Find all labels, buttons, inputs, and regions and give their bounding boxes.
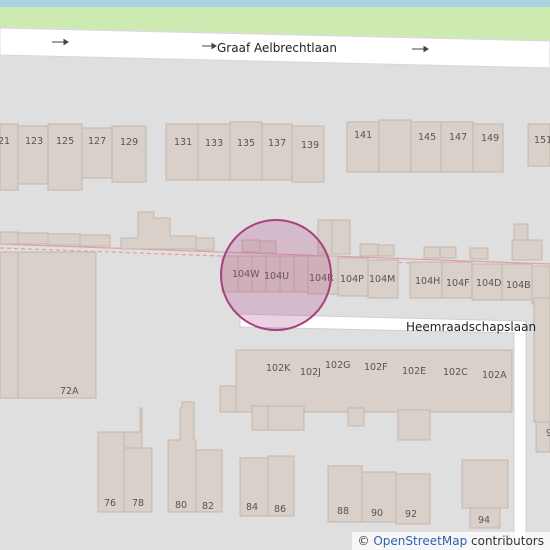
water-area: [0, 0, 550, 7]
house-number: 129: [120, 137, 138, 148]
house-number: 104D: [476, 278, 501, 289]
house-number: 133: [205, 138, 223, 149]
house-number: 104F: [446, 278, 470, 289]
house-number: 123: [25, 136, 43, 147]
house-number: 82: [202, 501, 214, 512]
street-label-heemraadschapslaan: Heemraadschapslaan: [406, 320, 536, 334]
house-number: 86: [274, 504, 286, 515]
house-number: 104M: [369, 274, 395, 285]
house-number: 94: [478, 515, 490, 526]
house-number: 102K: [266, 363, 291, 374]
house-number: 147: [449, 132, 467, 143]
house-number: 84: [246, 502, 258, 513]
house-number: 104B: [506, 280, 531, 291]
location-marker-circle[interactable]: [220, 219, 332, 331]
house-number: 102C: [443, 367, 468, 378]
house-number: 78: [132, 498, 144, 509]
street-label-graaf-aelbrechtlaan: Graaf Aelbrechtlaan: [217, 41, 337, 55]
house-number: 104P: [340, 274, 364, 285]
house-number: 149: [481, 133, 499, 144]
house-number: 21: [0, 136, 10, 147]
house-number: 9: [546, 428, 550, 439]
house-number: 127: [88, 136, 106, 147]
house-number: 72A: [60, 386, 79, 397]
house-number: 125: [56, 136, 74, 147]
house-number: 102E: [402, 366, 426, 377]
house-number: 92: [405, 509, 417, 520]
house-number: 131: [174, 137, 192, 148]
house-number: 104H: [415, 276, 440, 287]
copyright-symbol: ©: [357, 534, 370, 548]
house-number: 137: [268, 138, 286, 149]
house-number: 102A: [482, 370, 507, 381]
house-number: 135: [237, 138, 255, 149]
house-number: 145: [418, 132, 436, 143]
map-canvas: Graaf Aelbrechtlaan Heemraadschapslaan 2…: [0, 0, 550, 550]
house-number: 102F: [364, 362, 388, 373]
house-number: 139: [301, 140, 319, 151]
house-number: 88: [337, 506, 349, 517]
house-number: 141: [354, 130, 372, 141]
map-attribution: © OpenStreetMap contributors: [351, 532, 550, 550]
house-number: 102G: [325, 360, 351, 371]
house-number: 151: [534, 135, 550, 146]
map-view[interactable]: Graaf Aelbrechtlaan Heemraadschapslaan 2…: [0, 0, 550, 550]
house-number: 80: [175, 500, 187, 511]
house-number: 76: [104, 498, 116, 509]
house-number: 102J: [300, 367, 321, 378]
attribution-suffix: contributors: [471, 534, 544, 548]
house-number: 90: [371, 508, 383, 519]
openstreetmap-link[interactable]: OpenStreetMap: [373, 534, 467, 548]
